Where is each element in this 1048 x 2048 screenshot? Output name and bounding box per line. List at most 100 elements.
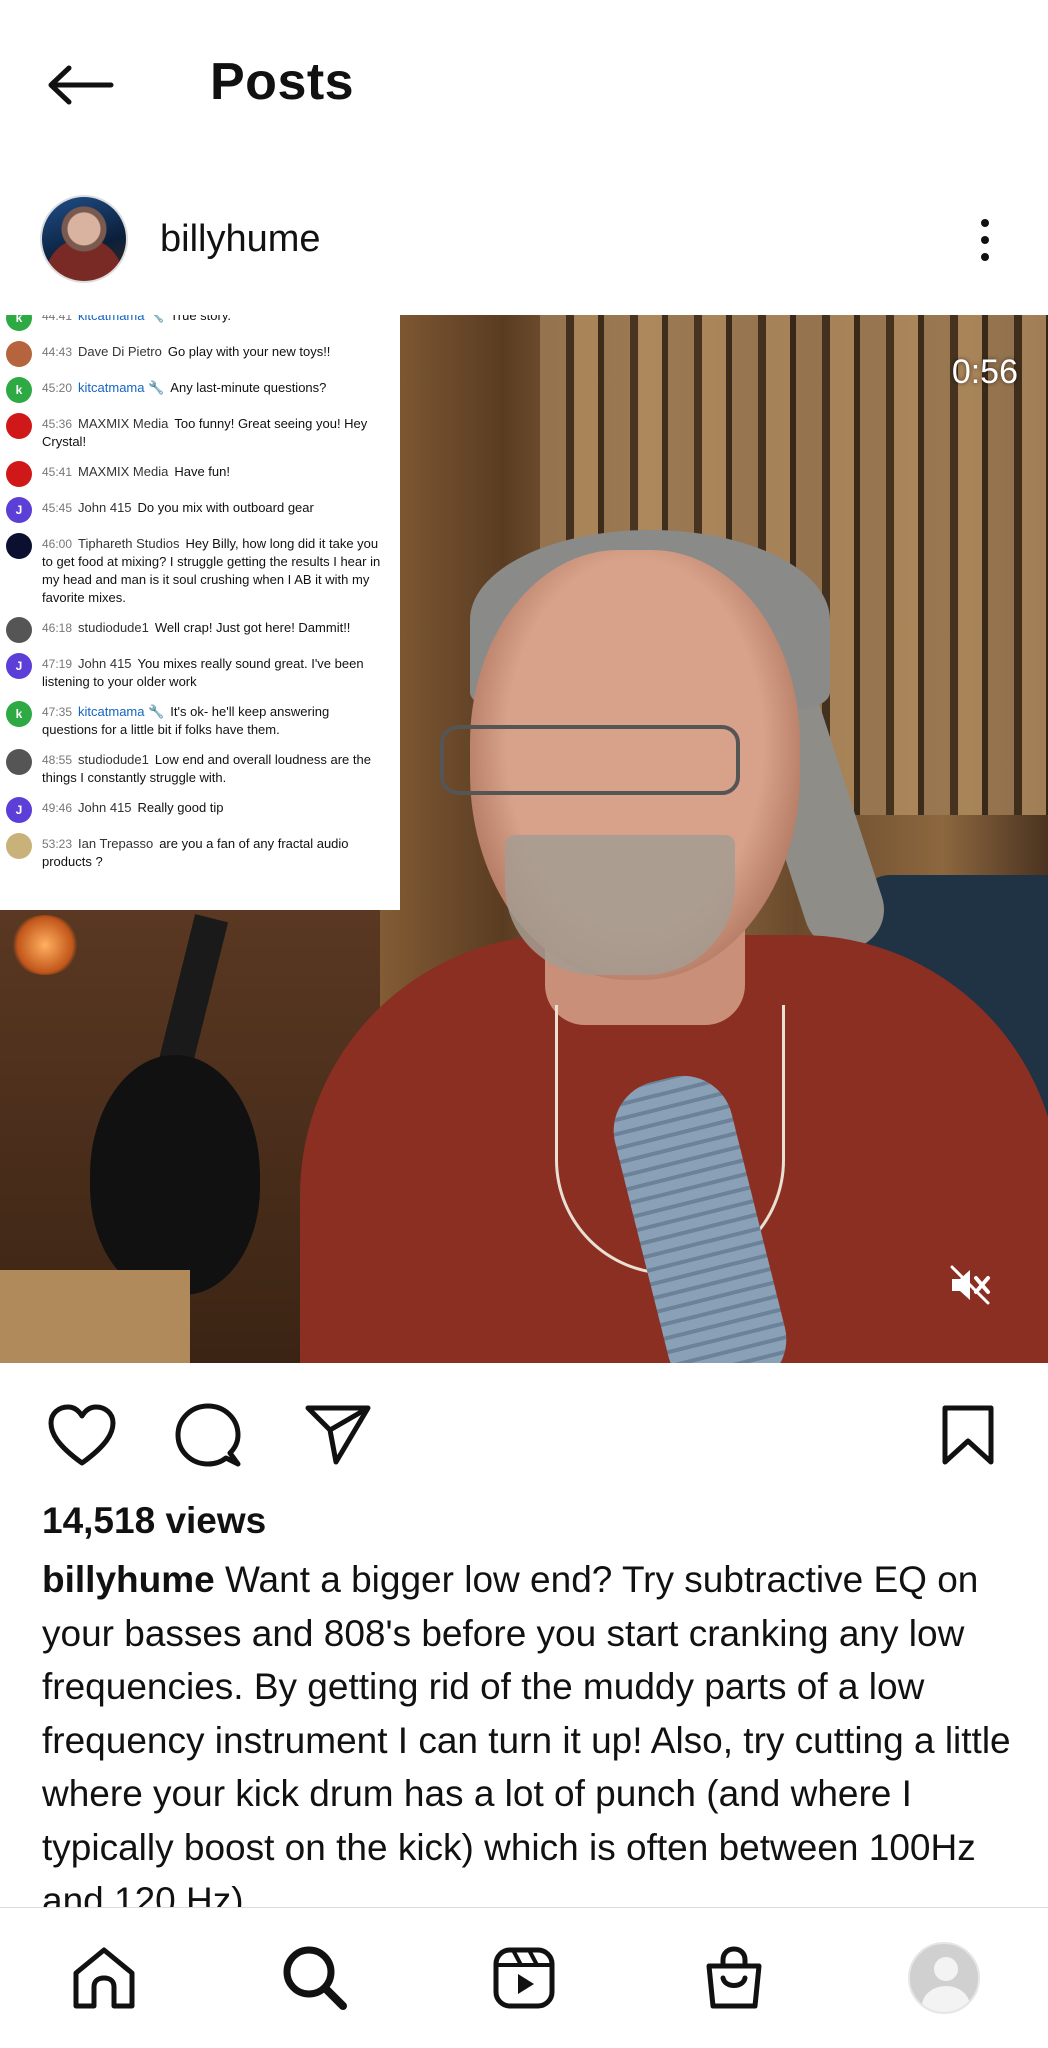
chat-author: Ian Trepasso [78,836,154,851]
chat-message: k 45:20 kitcatmama 🔧 Any last-minute questi… [0,373,392,409]
bookmark-icon [942,1405,994,1465]
live-chat-overlay: k 44:41 kitcatmama 🔧 True story. 44:43 Dave D… [0,315,400,910]
chat-time: 45:20 [42,381,73,395]
more-vertical-icon [981,219,989,227]
chat-avatar [6,413,32,439]
chat-avatar [6,341,32,367]
reels-icon [493,1947,555,2009]
mute-button[interactable] [945,1260,995,1310]
chat-time: 45:45 [42,501,73,515]
arrow-left-icon [48,65,114,105]
chat-avatar: k [6,701,32,727]
nav-shop[interactable] [694,1938,774,2018]
page-title: Posts [210,53,355,111]
comment-button[interactable] [168,1395,248,1475]
caption-text: Want a bigger low end? Try subtractive E… [42,1559,1011,1913]
chat-message: 53:23 Ian Trepasso are you a fan of any fr… [0,829,392,877]
chat-time: 46:00 [42,537,73,551]
chat-body: 53:23 Ian Trepasso are you a fan of any fr… [42,835,386,871]
chat-avatar [6,833,32,859]
chat-time: 44:43 [42,345,73,359]
chat-message: J 47:19 John 415 You mixes really sound gre… [0,649,392,697]
person-beard [505,835,735,975]
chat-time: 47:35 [42,705,73,719]
send-icon [305,1405,371,1465]
video-duration: 0:56 [951,353,1018,391]
top-bar: Posts [0,0,1048,165]
volume-muted-icon [950,1265,990,1305]
chat-author: John 415 [78,800,132,815]
caption-username[interactable]: billyhume [42,1559,215,1600]
search-icon [283,1946,347,2010]
profile-avatar [908,1942,980,2014]
more-dot [981,236,989,244]
chat-time: 48:55 [42,753,73,767]
cardboard-box [0,1270,190,1363]
chat-message: J 45:45 John 415 Do you mix with outboard g… [0,493,392,529]
chat-time: 47:19 [42,657,73,671]
chat-body: 45:41 MAXMIX Media Have fun! [42,463,386,481]
nav-home[interactable] [64,1938,144,2018]
chat-text: Well crap! Just got here! Dammit!! [154,620,351,635]
chat-author: Dave Di Pietro [78,344,162,359]
chat-author: kitcatmama 🔧 [78,380,165,395]
chat-avatar [6,461,32,487]
chat-body: 44:41 kitcatmama 🔧 True story. [42,315,386,325]
chat-author: MAXMIX Media [78,416,169,431]
post-caption: billyhume Want a bigger low end? Try sub… [42,1553,1022,1913]
chat-avatar: J [6,497,32,523]
post-video[interactable]: k 44:41 kitcatmama 🔧 True story. 44:43 Dave D… [0,315,1048,1363]
chat-avatar: J [6,653,32,679]
chat-body: 44:43 Dave Di Pietro Go play with your new… [42,343,386,361]
share-button[interactable] [298,1395,378,1475]
save-button[interactable] [928,1395,1008,1475]
author-avatar[interactable] [40,195,128,283]
chat-body: 45:45 John 415 Do you mix with outboard ge… [42,499,386,517]
chat-author: MAXMIX Media [78,464,169,479]
chat-time: 46:18 [42,621,73,635]
comment-icon [175,1403,241,1467]
chat-text: Go play with your new toys!! [167,344,331,359]
shop-icon [706,1946,762,2009]
author-username[interactable]: billyhume [160,218,321,261]
post-actions [0,1375,1048,1485]
nav-reels[interactable] [484,1938,564,2018]
chat-body: 45:36 MAXMIX Media Too funny! Great seeing… [42,415,386,451]
chat-body: 47:35 kitcatmama 🔧 It's ok- he'll keep ans… [42,703,386,739]
chat-body: 47:19 John 415 You mixes really sound grea… [42,655,386,691]
person-glasses [440,725,740,795]
like-button[interactable] [42,1395,122,1475]
chat-message: 44:43 Dave Di Pietro Go play with your new… [0,337,392,373]
chat-message: k 44:41 kitcatmama 🔧 True story. [0,315,392,337]
chat-message: 46:18 studiodude1 Well crap! Just got here… [0,613,392,649]
chat-time: 49:46 [42,801,73,815]
chat-text: Really good tip [137,800,224,815]
chat-text: Do you mix with outboard gear [137,500,314,515]
chat-text: True story. [170,315,231,323]
chat-body: 48:55 studiodude1 Low end and overall loud… [42,751,386,787]
chat-message: 46:00 Tiphareth Studios Hey Billy, how lon… [0,529,392,613]
view-count: 14,518 views [42,1500,267,1541]
chat-time: 53:23 [42,837,73,851]
chat-author: kitcatmama 🔧 [78,704,165,719]
nav-profile[interactable] [904,1938,984,2018]
guitar [90,1055,260,1295]
chat-message: 45:41 MAXMIX Media Have fun! [0,457,392,493]
chat-text: Any last-minute questions? [170,380,327,395]
chat-message: 45:36 MAXMIX Media Too funny! Great seeing… [0,409,392,457]
chat-author: John 415 [78,500,132,515]
chat-text: Have fun! [174,464,230,479]
chat-message: 48:55 studiodude1 Low end and overall loud… [0,745,392,793]
bottom-navigation [0,1907,1048,2048]
chat-message: k 47:35 kitcatmama 🔧 It's ok- he'll keep an… [0,697,392,745]
chat-avatar [6,617,32,643]
chat-author: studiodude1 [78,752,149,767]
more-options-button[interactable] [960,210,1010,270]
chat-message: J 49:46 John 415 Really good tip [0,793,392,829]
nav-search[interactable] [275,1938,355,2018]
chat-avatar: k [6,377,32,403]
chat-author: kitcatmama 🔧 [78,315,165,323]
home-icon [73,1947,135,2009]
back-button[interactable] [40,55,120,115]
chat-body: 46:00 Tiphareth Studios Hey Billy, how lon… [42,535,386,607]
